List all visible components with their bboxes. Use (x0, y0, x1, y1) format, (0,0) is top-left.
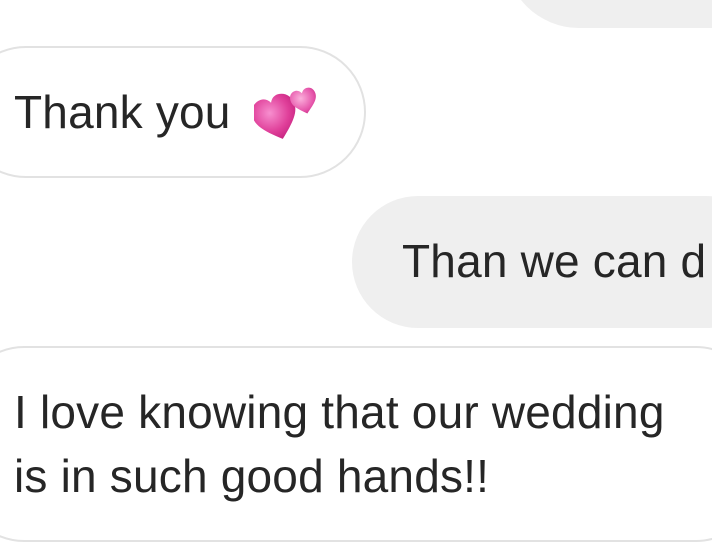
received-message-bubble[interactable]: I love knowing that our wedding is in su… (0, 346, 712, 542)
message-line: I love knowing that our wedding (14, 386, 665, 438)
message-line: is in such good hands!! (14, 450, 490, 502)
sent-message-bubble[interactable] (505, 0, 712, 28)
sent-message-bubble[interactable]: Than we can d (352, 196, 712, 328)
message-text: Than we can d (402, 235, 707, 287)
two-hearts-icon (254, 87, 316, 139)
message-thread: Thank you Than we can d I love knowing t… (0, 0, 712, 548)
message-text: I love knowing that our wedding is in su… (14, 380, 712, 508)
received-message-bubble[interactable]: Thank you (0, 46, 366, 178)
message-text: Thank you (14, 86, 231, 138)
